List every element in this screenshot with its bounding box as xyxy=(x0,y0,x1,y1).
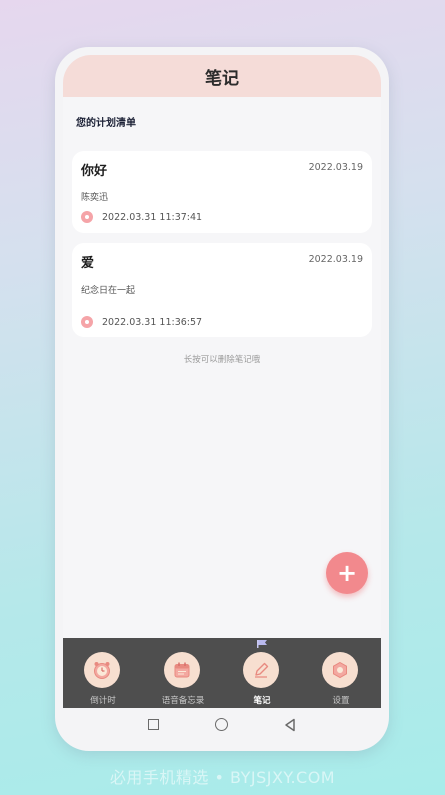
app-header: 笔记 xyxy=(63,55,381,97)
back-triangle-icon[interactable] xyxy=(283,718,297,732)
note-date: 2022.03.19 xyxy=(308,254,363,265)
note-card[interactable]: 爱 2022.03.19 纪念日在一起 2022.03.31 11:36:57 xyxy=(72,243,372,337)
note-date: 2022.03.19 xyxy=(308,162,363,173)
note-title: 你好 xyxy=(81,164,108,179)
nav-item-countdown[interactable]: 倒计时 xyxy=(63,638,143,708)
nav-item-voice-memo[interactable]: 语音备忘录 xyxy=(143,638,223,708)
note-time: 2022.03.31 11:36:57 xyxy=(102,316,203,328)
recents-square-icon[interactable] xyxy=(148,719,159,730)
note-content: 纪念日在一起 xyxy=(81,286,136,296)
gear-icon xyxy=(322,652,358,688)
note-time-row: 2022.03.31 11:36:57 xyxy=(81,316,202,328)
app-screen: 笔记 您的计划清单 你好 2022.03.19 陈奕迅 2022.03.31 1… xyxy=(63,55,381,743)
delete-hint: 长按可以删除笔记哦 xyxy=(183,355,261,365)
calendar-icon xyxy=(164,652,200,688)
nav-item-settings[interactable]: 设置 xyxy=(301,638,381,708)
clock-icon xyxy=(81,211,93,223)
note-time: 2022.03.31 11:37:41 xyxy=(102,211,203,223)
nav-label: 设置 xyxy=(332,696,350,706)
plus-icon: + xyxy=(336,559,358,587)
alarm-clock-icon xyxy=(84,652,120,688)
phone-frame: 笔记 您的计划清单 你好 2022.03.19 陈奕迅 2022.03.31 1… xyxy=(55,47,389,751)
active-flag-icon xyxy=(257,640,267,648)
clock-icon xyxy=(81,316,93,328)
add-note-button[interactable]: + xyxy=(326,552,368,594)
pen-icon xyxy=(243,652,279,688)
note-content: 陈奕迅 xyxy=(81,193,109,203)
home-circle-icon[interactable] xyxy=(215,718,228,731)
bottom-nav: 倒计时 语音备忘录 笔记 设置 xyxy=(63,638,381,708)
nav-label: 笔记 xyxy=(253,696,271,706)
nav-label: 语音备忘录 xyxy=(161,696,205,706)
note-card[interactable]: 你好 2022.03.19 陈奕迅 2022.03.31 11:37:41 xyxy=(72,151,372,233)
watermark: 必用手机精选 • BYJSJXY.COM xyxy=(109,768,336,787)
nav-item-notes[interactable]: 笔记 xyxy=(222,638,302,708)
note-time-row: 2022.03.31 11:37:41 xyxy=(81,211,202,223)
note-title: 爱 xyxy=(81,256,95,271)
section-title: 您的计划清单 xyxy=(76,118,136,129)
nav-label: 倒计时 xyxy=(90,696,116,706)
page-title: 笔记 xyxy=(205,68,239,89)
system-nav-bar xyxy=(63,708,381,743)
